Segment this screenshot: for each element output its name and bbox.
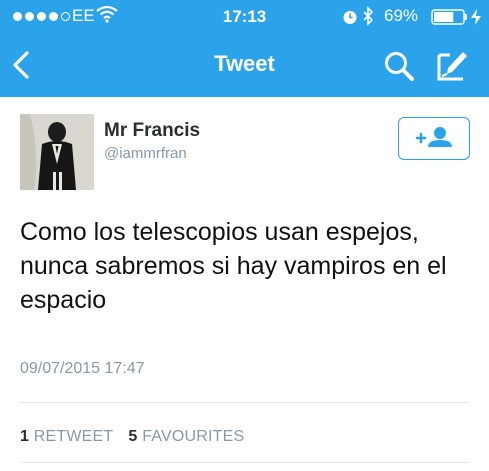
- tweet-stats: 1 RETWEET 5 FAVOURITES: [20, 428, 244, 446]
- divider: [20, 402, 469, 403]
- favourites-count: 5: [128, 428, 138, 445]
- charging-bolt-icon: [471, 9, 481, 25]
- author-name[interactable]: Mr Francis: [104, 120, 200, 142]
- status-bar: EE 17:13 69%: [0, 0, 489, 34]
- tweet-timestamp: 09/07/2015 17:47: [20, 360, 145, 377]
- bluetooth-icon: [363, 6, 374, 26]
- app-header: EE 17:13 69% Tweet: [0, 0, 489, 97]
- search-icon[interactable]: [383, 50, 415, 82]
- avatar[interactable]: [20, 114, 94, 190]
- compose-icon[interactable]: [436, 48, 472, 82]
- follow-button[interactable]: [398, 117, 470, 160]
- tweet-text: Como los telescopios usan espejos, nunca…: [20, 218, 447, 314]
- retweets-count: 1: [20, 428, 30, 445]
- divider: [20, 462, 469, 463]
- add-user-icon: [415, 126, 452, 147]
- retweets-stat[interactable]: 1 RETWEET: [20, 428, 113, 445]
- battery-percentage: 69%: [384, 6, 419, 25]
- alarm-clock-icon: [343, 11, 357, 24]
- favourites-label: FAVOURITES: [142, 428, 245, 445]
- battery-icon: [431, 9, 467, 25]
- author-handle[interactable]: @iammrfran: [104, 145, 187, 162]
- navigation-bar: Tweet: [0, 34, 489, 97]
- page-title: Tweet: [214, 51, 275, 76]
- retweets-label: RETWEET: [33, 428, 114, 445]
- avatar-person-image: [20, 114, 94, 190]
- favourites-stat[interactable]: 5 FAVOURITES: [128, 428, 244, 445]
